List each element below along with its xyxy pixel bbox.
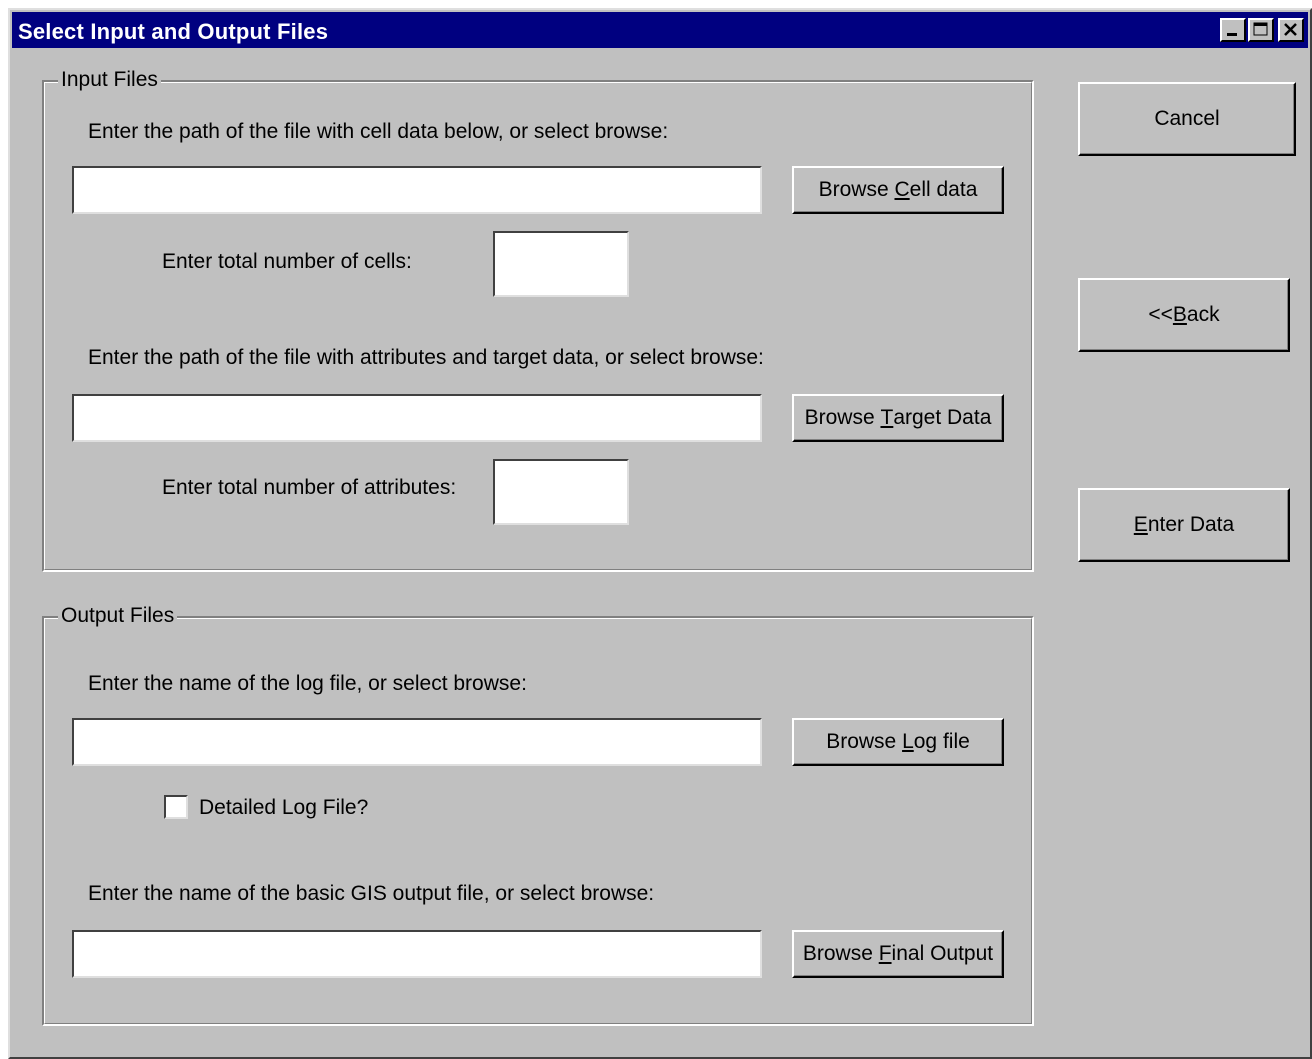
back-label-acc: B	[1172, 303, 1187, 326]
browse-cell-label-post: ell data	[909, 178, 978, 201]
log-file-input[interactable]	[74, 720, 760, 764]
log-file-label: Enter the name of the log file, or selec…	[88, 672, 527, 695]
maximize-icon	[1253, 22, 1268, 36]
input-files-group: Input Files Enter the path of the file w…	[42, 67, 1034, 572]
output-files-legend: Output Files	[58, 603, 178, 629]
cell-count-field[interactable]	[493, 231, 629, 297]
browse-log-label-pre: Browse	[826, 730, 903, 753]
target-path-label: Enter the path of the file with attribut…	[88, 346, 764, 369]
attr-count-label: Enter total number of attributes:	[162, 476, 457, 499]
cell-count-label: Enter total number of cells:	[162, 250, 412, 273]
minimize-icon	[1227, 33, 1237, 36]
enter-label-acc: E	[1133, 513, 1148, 536]
enter-data-button[interactable]: Enter Data	[1078, 488, 1290, 562]
browse-log-file-button[interactable]: Browse Log file	[792, 718, 1004, 766]
enter-label-post: nter Data	[1147, 513, 1235, 536]
browse-target-data-button[interactable]: Browse Target Data	[792, 394, 1004, 442]
maximize-button[interactable]	[1248, 18, 1274, 42]
browse-target-label-acc: T	[880, 406, 894, 429]
target-path-field[interactable]	[72, 394, 762, 442]
back-label-post: ack	[1186, 303, 1220, 326]
detailed-log-checkbox[interactable]	[164, 795, 188, 819]
gis-output-field[interactable]	[72, 930, 762, 978]
gis-output-input[interactable]	[74, 932, 760, 976]
cancel-label: Cancel	[1154, 107, 1220, 130]
close-icon	[1284, 23, 1297, 36]
cell-path-input[interactable]	[74, 168, 760, 212]
browse-log-label-post: og file	[913, 730, 970, 753]
back-label-pre: <<	[1148, 303, 1173, 326]
browse-target-label-post: arget Data	[893, 406, 992, 429]
minimize-button[interactable]	[1220, 18, 1246, 42]
back-button[interactable]: << Back	[1078, 278, 1290, 352]
cancel-button[interactable]: Cancel	[1078, 82, 1296, 156]
log-file-field[interactable]	[72, 718, 762, 766]
dialog-window: Select Input and Output Files Input File…	[8, 8, 1312, 1059]
cell-path-field[interactable]	[72, 166, 762, 214]
attr-count-field[interactable]	[493, 459, 629, 525]
output-files-group: Output Files Enter the name of the log f…	[42, 603, 1034, 1026]
browse-cell-label-acc: C	[894, 178, 910, 201]
close-button[interactable]	[1278, 18, 1304, 42]
detailed-log-label: Detailed Log File?	[199, 796, 369, 819]
cell-path-label: Enter the path of the file with cell dat…	[88, 120, 669, 143]
cell-count-input[interactable]	[495, 233, 627, 295]
browse-final-label-post: inal Output	[891, 942, 994, 965]
browse-final-label-acc: F	[878, 942, 892, 965]
browse-log-label-acc: L	[902, 730, 914, 753]
attr-count-input[interactable]	[495, 461, 627, 523]
title-bar[interactable]: Select Input and Output Files	[12, 12, 1308, 48]
browse-final-label-pre: Browse	[802, 942, 879, 965]
browse-cell-data-button[interactable]: Browse Cell data	[792, 166, 1004, 214]
gis-output-label: Enter the name of the basic GIS output f…	[88, 882, 655, 905]
window-title: Select Input and Output Files	[18, 19, 329, 44]
target-path-input[interactable]	[74, 396, 760, 440]
input-files-legend: Input Files	[58, 67, 161, 93]
browse-cell-label-pre: Browse	[818, 178, 895, 201]
browse-final-output-button[interactable]: Browse Final Output	[792, 930, 1004, 978]
browse-target-label-pre: Browse	[804, 406, 881, 429]
